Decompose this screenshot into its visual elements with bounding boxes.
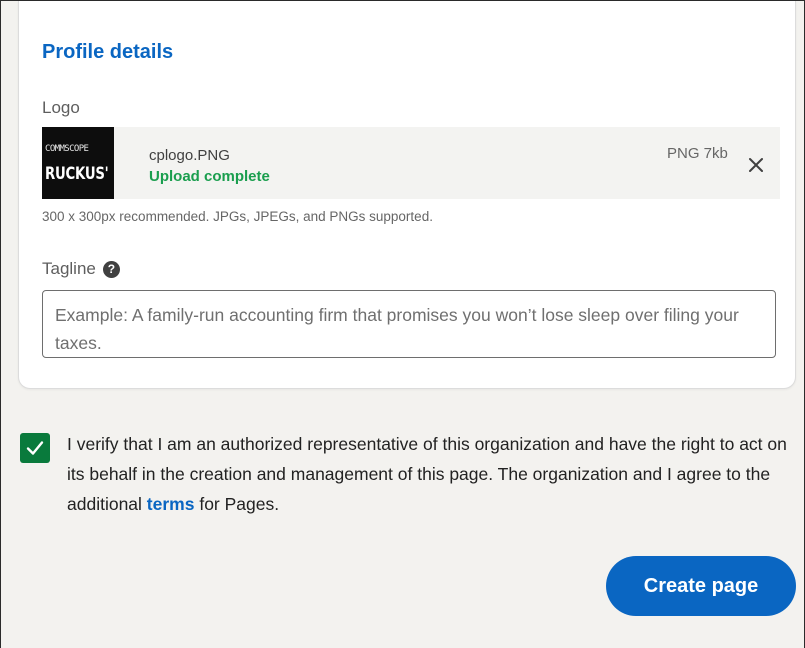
tagline-label-row: Tagline ? bbox=[42, 259, 120, 279]
logo-hint: 300 x 300px recommended. JPGs, JPEGs, an… bbox=[42, 209, 433, 224]
create-page-button[interactable]: Create page bbox=[606, 556, 796, 616]
logo-label: Logo bbox=[42, 98, 80, 117]
verify-text: I verify that I am an authorized represe… bbox=[67, 429, 803, 519]
section-title: Profile details bbox=[42, 41, 174, 63]
verify-checkbox[interactable] bbox=[20, 433, 50, 463]
page-frame: Profile details Logo COMMSCOPE RUCKUS' c… bbox=[0, 0, 805, 648]
uploaded-file-row: COMMSCOPE RUCKUS' cplogo.PNG Upload comp… bbox=[42, 127, 780, 199]
help-icon[interactable]: ? bbox=[102, 260, 120, 278]
logo-thumbnail-main-text: RUCKUS' bbox=[45, 164, 109, 184]
checkmark-icon bbox=[26, 441, 44, 455]
logo-thumbnail-top-text: COMMSCOPE bbox=[45, 144, 89, 154]
tagline-label: Tagline bbox=[42, 259, 96, 278]
close-icon bbox=[749, 158, 763, 172]
file-meta: PNG 7kb bbox=[667, 145, 728, 162]
profile-details-card: Profile details Logo COMMSCOPE RUCKUS' c… bbox=[18, 1, 796, 389]
tagline-input[interactable] bbox=[43, 291, 775, 357]
tagline-field-wrapper bbox=[42, 290, 776, 358]
file-name: cplogo.PNG bbox=[149, 147, 230, 164]
upload-status: Upload complete bbox=[149, 168, 270, 185]
remove-file-button[interactable] bbox=[742, 151, 770, 179]
verify-text-after: for Pages. bbox=[194, 494, 280, 514]
logo-thumbnail: COMMSCOPE RUCKUS' bbox=[42, 127, 114, 199]
terms-link[interactable]: terms bbox=[147, 494, 195, 514]
